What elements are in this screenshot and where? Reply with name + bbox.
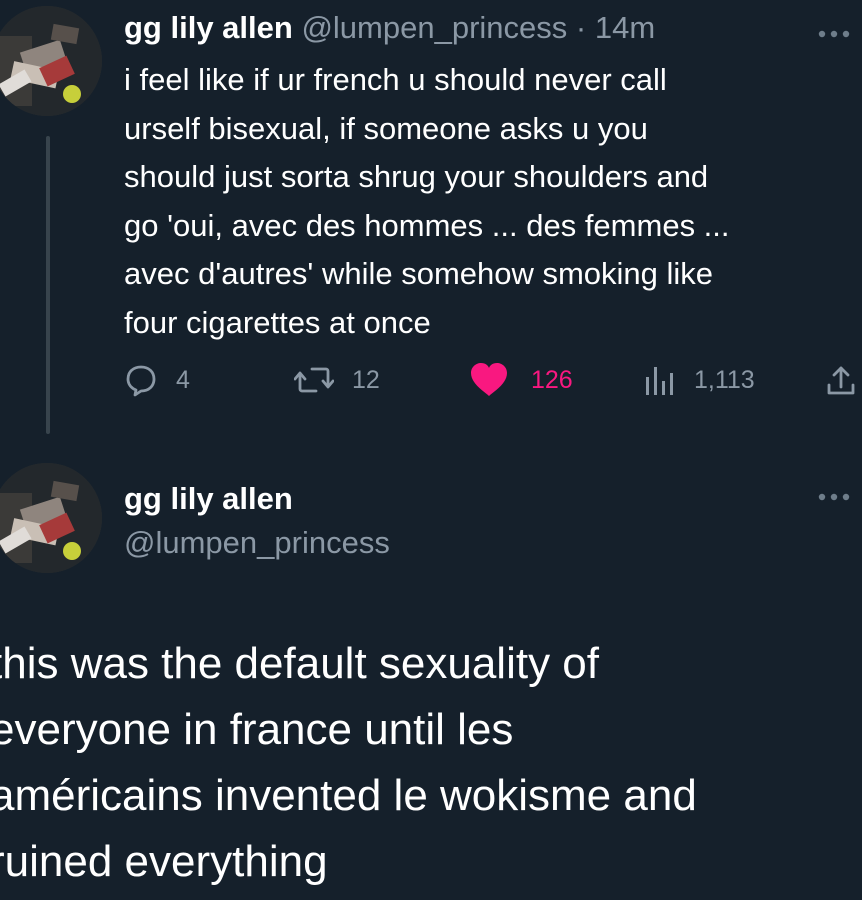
tweet-text: i feel like if ur french u should never … [124,62,730,340]
more-dots-icon [818,30,850,38]
author-block: gg lily allen @lumpen_princess [124,477,390,565]
avatar-image [0,6,102,116]
reply-button[interactable]: 4 [124,358,190,402]
like-count: 126 [531,365,573,394]
heart-filled-icon [471,363,507,396]
tweet[interactable]: gg lily allen @lumpen_princess · 14m i f… [0,0,862,450]
tweet-header: gg lily allen @lumpen_princess · 14m [124,8,655,48]
display-name[interactable]: gg lily allen [124,477,390,521]
reply-count: 4 [176,365,190,394]
bar-chart-icon [646,367,673,395]
more-options-button[interactable] [814,485,854,509]
avatar[interactable] [0,6,102,116]
reply-text: this was the default sexuality of everyo… [0,639,697,886]
speech-bubble-icon [126,365,156,397]
tweet-actions: 4 12 126 1,113 [124,358,862,402]
timestamp[interactable]: 14m [595,10,655,45]
views-button[interactable]: 1,113 [642,358,755,402]
retweet-arrows-icon [294,367,334,393]
thread-connector-line [46,136,50,434]
user-handle[interactable]: @lumpen_princess [124,521,390,565]
more-options-button[interactable] [814,22,854,46]
avatar[interactable] [0,463,102,573]
view-count: 1,113 [694,365,755,394]
share-button[interactable] [824,358,858,402]
display-name[interactable]: gg lily allen [124,10,293,45]
user-handle[interactable]: @lumpen_princess [301,10,567,45]
separator-dot: · [575,10,587,45]
reply-tweet[interactable]: gg lily allen @lumpen_princess this was … [0,455,862,900]
share-upload-icon [827,366,855,395]
more-dots-icon [818,493,850,501]
retweet-button[interactable]: 12 [294,358,380,402]
retweet-count: 12 [352,365,380,394]
avatar-image [0,463,102,573]
like-button[interactable]: 126 [469,358,573,402]
